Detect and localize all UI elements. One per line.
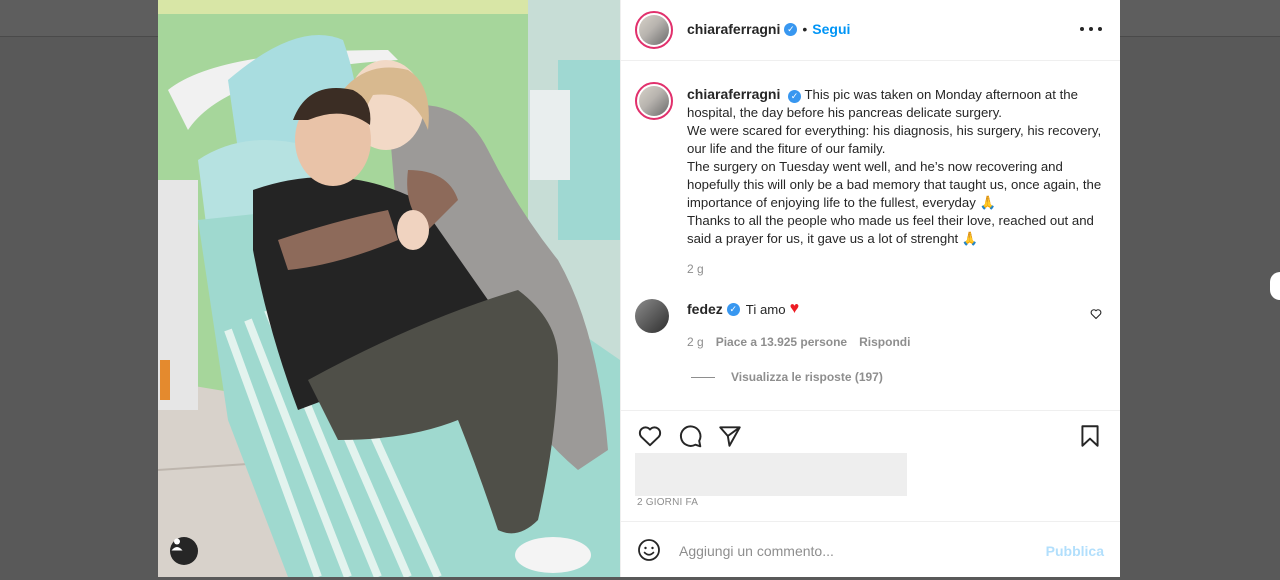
heart-icon — [638, 426, 662, 447]
comment-meta: 2 g Piace a 13.925 persone Rispondi — [687, 335, 910, 349]
author-username[interactable]: chiaraferragni — [687, 21, 780, 37]
post-date: 2 GIORNI FA — [637, 497, 699, 508]
author-avatar[interactable] — [635, 11, 673, 49]
post-modal: chiaraferragni ✓ • Segui chiaraferragni … — [158, 0, 1120, 577]
reply-button[interactable]: Rispondi — [859, 335, 910, 349]
commenter-avatar[interactable] — [635, 299, 669, 333]
post-header: chiaraferragni ✓ • Segui — [621, 0, 1120, 61]
tag-button[interactable] — [170, 537, 198, 565]
red-heart-emoji: ♥ — [789, 300, 800, 317]
bookmark-icon — [1081, 425, 1099, 447]
view-replies-label: Visualizza le risposte (197) — [731, 370, 883, 384]
save-button[interactable] — [1077, 423, 1103, 449]
comment-button[interactable] — [677, 423, 703, 449]
emoji-icon — [638, 539, 660, 561]
caption-username[interactable]: chiaraferragni — [687, 86, 780, 102]
commenter-username[interactable]: fedez — [687, 301, 723, 317]
caption-line: We were scared for everything: his diagn… — [687, 123, 1102, 156]
comment-like-button[interactable] — [1090, 307, 1102, 325]
actions-divider — [621, 410, 1120, 411]
caption-text: chiaraferragni ✓ This pic was taken on M… — [687, 85, 1107, 248]
send-icon — [719, 426, 741, 447]
comment-likes[interactable]: Piace a 13.925 persone — [716, 335, 847, 349]
follow-button[interactable]: Segui — [812, 21, 850, 37]
header-user: chiaraferragni ✓ • Segui — [687, 21, 850, 37]
comment-text: Ti amo — [745, 301, 786, 317]
replies-line — [691, 376, 715, 378]
verified-badge-icon: ✓ — [788, 90, 802, 103]
likes-placeholder — [635, 453, 907, 496]
user-tag-icon — [171, 538, 183, 551]
post-sidebar: chiaraferragni ✓ • Segui chiaraferragni … — [620, 0, 1120, 577]
verified-badge-icon: ✓ — [726, 302, 740, 316]
emoji-button[interactable] — [637, 538, 661, 562]
caption-avatar[interactable] — [635, 82, 673, 120]
post-photo[interactable] — [158, 0, 620, 577]
like-button[interactable] — [637, 423, 663, 449]
next-post-button[interactable] — [1270, 272, 1280, 300]
verified-badge-icon: ✓ — [784, 22, 798, 36]
separator-dot: • — [802, 21, 808, 37]
more-horizontal-icon[interactable] — [1080, 20, 1102, 38]
caption-line: The surgery on Tuesday went well, and he… — [687, 159, 1102, 210]
comment-icon — [679, 425, 702, 448]
comment-age: 2 g — [687, 335, 704, 349]
comment-body: fedez ✓ Ti amo ♥ — [687, 300, 800, 318]
comment-composer: Pubblica — [621, 521, 1120, 578]
post-actions — [637, 423, 1107, 449]
caption-age: 2 g — [687, 262, 704, 276]
heart-icon — [1090, 309, 1102, 320]
share-button[interactable] — [717, 423, 743, 449]
publish-button[interactable]: Pubblica — [1046, 543, 1104, 559]
comment-input[interactable] — [677, 538, 1021, 564]
photo-illustration — [158, 0, 620, 577]
caption-line: Thanks to all the people who made us fee… — [687, 213, 1094, 246]
view-replies-button[interactable]: Visualizza le risposte (197) — [691, 370, 883, 384]
